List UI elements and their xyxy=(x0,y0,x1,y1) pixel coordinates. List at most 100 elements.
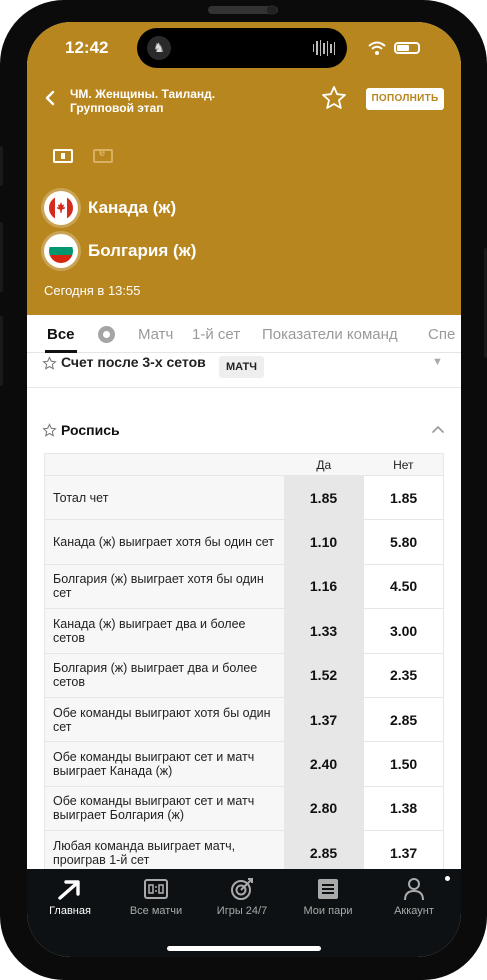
market-label: Любая команда выиграет матч, проиграв 1-… xyxy=(44,830,284,869)
nav-games[interactable]: Игры 24/7 xyxy=(199,877,285,917)
nav-home[interactable]: Главная xyxy=(27,877,113,917)
tab-all[interactable]: Все xyxy=(47,326,75,343)
header-yes: Да xyxy=(283,453,364,476)
team-1-name: Канада (ж) xyxy=(88,198,177,217)
phone-frame: 12:42 ♞ ЧМ. Женщины. Таиланд. Групповой … xyxy=(0,0,487,980)
scoreboard-view-icon[interactable] xyxy=(53,149,73,163)
table-row: Болгария (ж) выиграет хотя бы один сет 1… xyxy=(44,563,444,609)
section-title: Роспись xyxy=(61,422,120,438)
tournament-name: ЧМ. Женщины. Таиланд. Групповой этап xyxy=(70,87,270,115)
bulgaria-flag-icon xyxy=(44,234,78,268)
favorite-star-icon[interactable] xyxy=(42,423,57,438)
odds-table: Да Нет Тотал чет 1.85 1.85 Канада (ж) вы… xyxy=(44,453,444,869)
chevron-down-icon[interactable]: ▼ xyxy=(432,356,443,368)
tab-special[interactable]: Спе xyxy=(428,326,455,343)
nav-label: Аккаунт xyxy=(394,905,434,917)
market-tabs: Все Матч 1-й сет Показатели команд Спе xyxy=(27,315,461,353)
tab-match[interactable]: Матч xyxy=(138,326,173,343)
match-header: 12:42 ♞ ЧМ. Женщины. Таиланд. Групповой … xyxy=(27,22,461,315)
notification-dot xyxy=(445,876,450,881)
table-header: Да Нет xyxy=(44,453,444,476)
odd-yes-button[interactable]: 1.52 xyxy=(283,652,364,698)
tab-set-1[interactable]: 1-й сет xyxy=(192,326,240,343)
tournament-line-1: ЧМ. Женщины. Таиланд. xyxy=(70,87,216,101)
odd-yes-button[interactable]: 2.80 xyxy=(283,785,364,831)
market-label: Обе команды выиграют хотя бы один сет xyxy=(44,696,284,742)
market-badge: МАТЧ xyxy=(219,356,265,378)
table-row: Болгария (ж) выиграет два и более сетов … xyxy=(44,652,444,698)
tab-settings-icon[interactable] xyxy=(98,326,115,343)
volume-up-button xyxy=(0,222,3,292)
market-label: Обе команды выиграют сет и матч выиграет… xyxy=(44,741,284,787)
markets-list: Счет после 3-х сетов МАТЧ ▼ Роспись Да Н… xyxy=(27,354,461,869)
odd-no-button[interactable]: 5.80 xyxy=(363,519,444,565)
nav-all-matches[interactable]: Все матчи xyxy=(113,877,199,917)
odd-no-button[interactable]: 2.35 xyxy=(363,652,444,698)
user-icon xyxy=(404,878,424,901)
table-row: Канада (ж) выиграет два и более сетов 1.… xyxy=(44,608,444,654)
chevron-up-icon[interactable] xyxy=(431,424,445,434)
table-row: Обе команды выиграют сет и матч выиграет… xyxy=(44,741,444,787)
dynamic-island: ♞ xyxy=(137,28,347,68)
home-indicator[interactable] xyxy=(167,946,321,951)
favorite-star-icon[interactable] xyxy=(320,84,348,112)
nav-label: Все матчи xyxy=(129,905,183,917)
front-camera xyxy=(267,5,277,15)
table-row: Тотал чет 1.85 1.85 xyxy=(44,474,444,520)
odd-yes-button[interactable]: 1.33 xyxy=(283,608,364,654)
odd-yes-button[interactable]: 2.85 xyxy=(283,830,364,869)
nav-label: Главная xyxy=(49,905,91,917)
active-tab-indicator xyxy=(45,350,77,353)
canada-flag-icon xyxy=(44,191,78,225)
table-row: Канада (ж) выиграет хотя бы один сет 1.1… xyxy=(44,519,444,565)
bottom-navigation: Главная Все матчи Игры 24/7 Мои пари Акк… xyxy=(27,869,461,957)
odd-no-button[interactable]: 4.50 xyxy=(363,563,444,609)
table-row: Любая команда выиграет матч, проиграв 1-… xyxy=(44,830,444,869)
market-label: Канада (ж) выиграет два и более сетов xyxy=(44,608,284,654)
mute-switch xyxy=(0,146,3,186)
match-date: Сегодня в 13:55 xyxy=(44,283,141,298)
market-label: Тотал чет xyxy=(44,474,284,520)
nav-label: Мои пари xyxy=(303,905,353,917)
header-no: Нет xyxy=(363,453,444,476)
topup-button[interactable]: ПОПОЛНИТЬ xyxy=(366,88,444,110)
market-label: Канада (ж) выиграет хотя бы один сет xyxy=(44,519,284,565)
market-label: Болгария (ж) выиграет хотя бы один сет xyxy=(44,563,284,609)
target-icon xyxy=(231,878,253,900)
scoreboard-icon xyxy=(144,879,168,899)
odd-yes-button[interactable]: 1.37 xyxy=(283,696,364,742)
odd-no-button[interactable]: 1.38 xyxy=(363,785,444,831)
team-2: Болгария (ж) xyxy=(44,233,196,269)
nav-label: Игры 24/7 xyxy=(216,905,268,917)
table-row: Обе команды выиграют сет и матч выиграет… xyxy=(44,785,444,831)
audio-bars-icon xyxy=(313,40,335,56)
odd-no-button[interactable]: 2.85 xyxy=(363,696,444,742)
volume-down-button xyxy=(0,316,3,386)
favorite-star-icon[interactable] xyxy=(42,356,57,371)
odd-no-button[interactable]: 1.37 xyxy=(363,830,444,869)
market-label: Обе команды выиграют сет и матч выиграет… xyxy=(44,785,284,831)
status-time: 12:42 xyxy=(65,38,109,57)
odd-yes-button[interactable]: 2.40 xyxy=(283,741,364,787)
odd-yes-button[interactable]: 1.10 xyxy=(283,519,364,565)
odd-no-button[interactable]: 1.85 xyxy=(363,474,444,520)
odd-no-button[interactable]: 3.00 xyxy=(363,608,444,654)
header-empty xyxy=(44,453,284,476)
odd-yes-button[interactable]: 1.16 xyxy=(283,563,364,609)
table-row: Обе команды выиграют хотя бы один сет 1.… xyxy=(44,696,444,742)
ticket-icon xyxy=(318,879,338,899)
stats-view-icon[interactable] xyxy=(93,147,113,163)
market-title: Счет после 3-х сетов xyxy=(61,354,206,370)
tab-team-stats[interactable]: Показатели команд xyxy=(262,326,398,343)
tournament-line-2: Групповой этап xyxy=(70,101,164,115)
arrow-logo-icon xyxy=(58,880,80,900)
back-arrow-icon[interactable] xyxy=(41,86,61,110)
market-set3-score[interactable]: Счет после 3-х сетов МАТЧ ▼ xyxy=(27,354,461,388)
nav-account[interactable]: Аккаунт xyxy=(371,877,457,917)
battery-icon xyxy=(394,42,420,54)
odd-no-button[interactable]: 1.50 xyxy=(363,741,444,787)
team-2-name: Болгария (ж) xyxy=(88,241,197,260)
nav-my-bets[interactable]: Мои пари xyxy=(285,877,371,917)
live-activity-icon: ♞ xyxy=(147,36,171,60)
odd-yes-button[interactable]: 1.85 xyxy=(283,474,364,520)
